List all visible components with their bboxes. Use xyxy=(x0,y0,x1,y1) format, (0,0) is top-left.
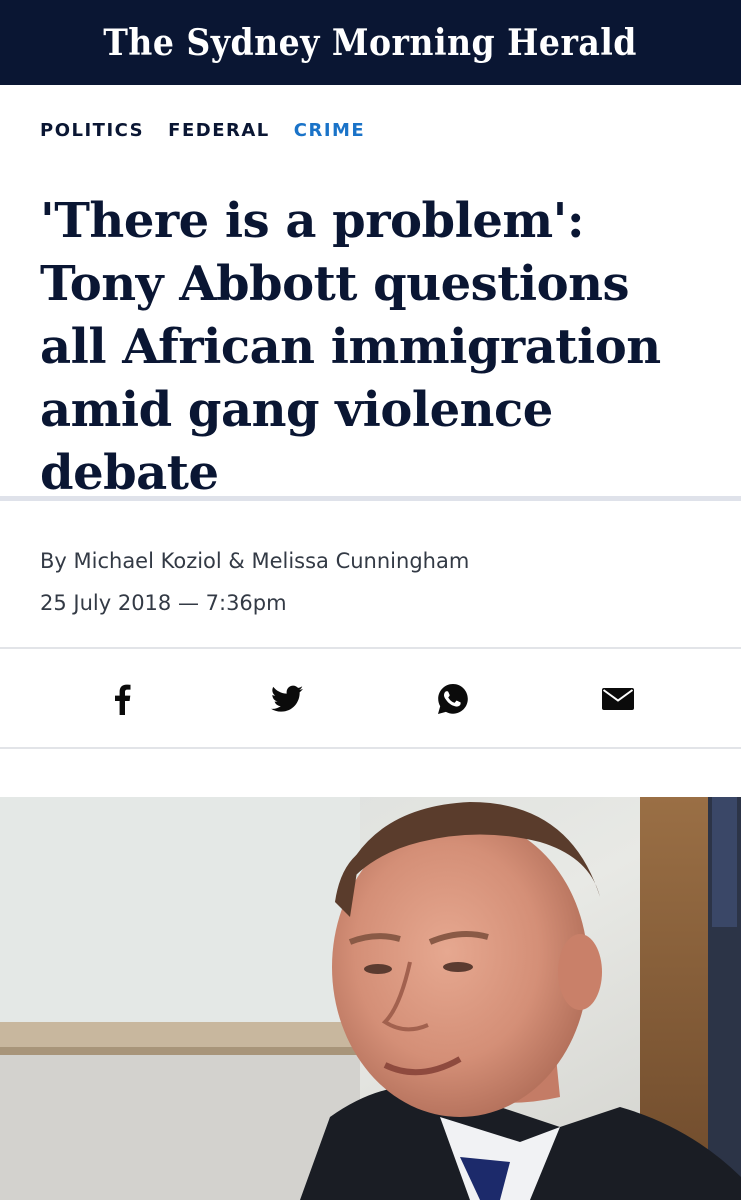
section-breadcrumb: POLITICS FEDERAL CRIME xyxy=(40,120,365,141)
email-icon xyxy=(602,688,634,710)
masthead-logo[interactable]: The Sydney Morning Herald xyxy=(104,22,638,64)
section-link-federal[interactable]: FEDERAL xyxy=(168,120,270,141)
twitter-icon xyxy=(271,685,303,712)
share-twitter-button[interactable] xyxy=(267,679,307,719)
section-link-politics[interactable]: POLITICS xyxy=(40,120,144,141)
section-link-crime[interactable]: CRIME xyxy=(294,120,365,141)
share-facebook-button[interactable] xyxy=(102,679,142,719)
share-whatsapp-button[interactable] xyxy=(433,679,473,719)
masthead: The Sydney Morning Herald xyxy=(0,0,741,85)
portrait-photo xyxy=(0,797,741,1200)
share-email-button[interactable] xyxy=(598,679,638,719)
whatsapp-icon xyxy=(438,684,468,714)
article-page: The Sydney Morning Herald POLITICS FEDER… xyxy=(0,0,741,1200)
facebook-icon xyxy=(115,684,131,715)
share-divider-bottom xyxy=(0,747,741,749)
dateline: 25 July 2018 — 7:36pm xyxy=(40,591,287,615)
article-headline: 'There is a problem': Tony Abbott questi… xyxy=(40,193,661,501)
hero-photo xyxy=(0,797,741,1200)
byline-authors: By Michael Koziol & Melissa Cunningham xyxy=(40,549,470,573)
share-bar xyxy=(0,649,741,747)
header-divider xyxy=(0,496,741,501)
byline-block: By Michael Koziol & Melissa Cunningham 2… xyxy=(40,540,469,624)
